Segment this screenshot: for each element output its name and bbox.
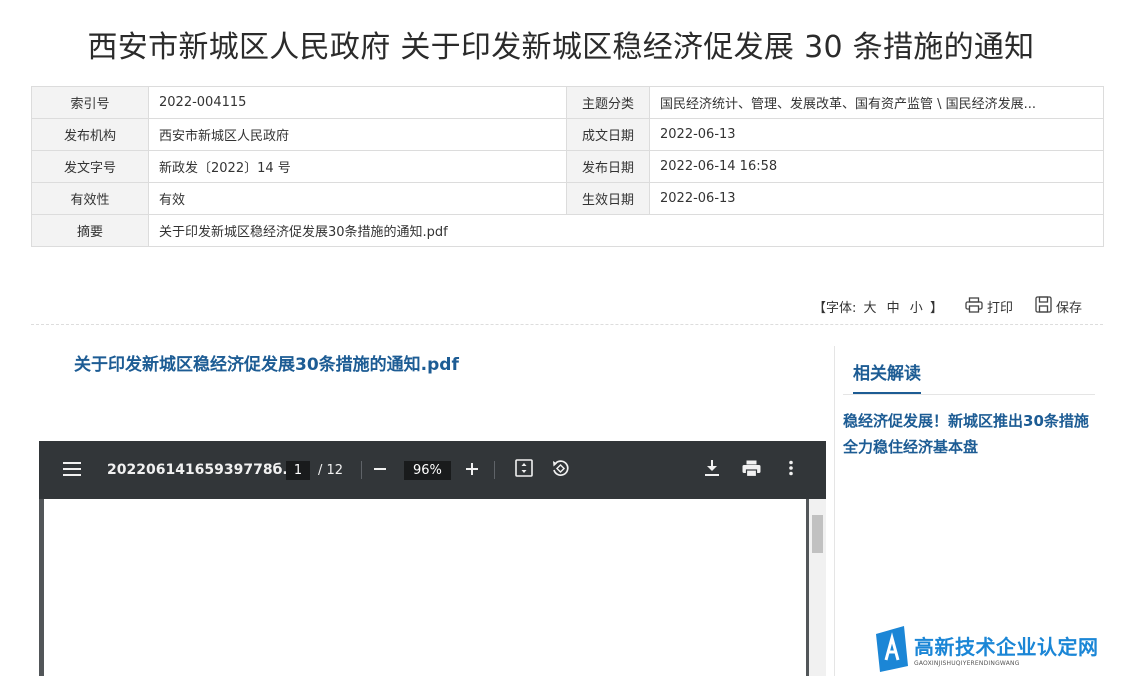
divider — [31, 324, 1103, 325]
download-button[interactable] — [704, 441, 720, 499]
watermark-logo-icon — [874, 626, 910, 676]
rotate-button[interactable] — [551, 441, 570, 499]
pdf-viewer: 20220614165939778б... 1 / 12 96% — [39, 441, 826, 676]
scrollbar-thumb[interactable] — [812, 515, 823, 553]
table-row: 发文字号 新政发〔2022〕14 号 发布日期 2022-06-14 16:58 — [31, 150, 1104, 183]
summary-value: 关于印发新城区稳经济促发展30条措施的通知.pdf — [148, 214, 1104, 247]
document-info-table: 索引号 2022-004115 主题分类 国民经济统计、管理、发展改革、国有资产… — [31, 86, 1104, 247]
print-pdf-button[interactable] — [742, 441, 761, 499]
plus-icon — [465, 461, 479, 480]
fit-to-page-icon — [515, 459, 533, 481]
document-number-value: 新政发〔2022〕14 号 — [148, 150, 567, 183]
effective-date-value: 2022-06-13 — [649, 182, 1104, 215]
table-row: 发布机构 西安市新城区人民政府 成文日期 2022-06-13 — [31, 118, 1104, 151]
publisher-value: 西安市新城区人民政府 — [148, 118, 567, 151]
toolbar-separator — [494, 441, 495, 499]
topic-category-value: 国民经济统计、管理、发展改革、国有资产监管 \ 国民经济发展... — [649, 86, 1104, 119]
font-size-suffix: 】 — [929, 301, 943, 316]
pdf-filename: 20220614165939778б... — [107, 462, 299, 478]
document-number-label: 发文字号 — [31, 150, 149, 183]
watermark-text: 高新技术企业认定网 — [914, 635, 1099, 659]
table-row: 索引号 2022-004115 主题分类 国民经济统计、管理、发展改革、国有资产… — [31, 86, 1104, 119]
pdf-toolbar: 20220614165939778б... 1 / 12 96% — [39, 441, 826, 499]
print-label: 打印 — [986, 301, 1013, 316]
printer-icon — [742, 460, 761, 481]
zoom-level[interactable]: 96% — [404, 441, 451, 499]
written-date-value: 2022-06-13 — [649, 118, 1104, 151]
publish-date-label: 发布日期 — [566, 150, 650, 183]
save-button[interactable]: 保存 — [1035, 296, 1082, 317]
font-size-prefix: 【字体: — [812, 301, 857, 316]
related-reading-heading: 相关解读 — [853, 346, 921, 394]
page-total: / 12 — [318, 462, 344, 478]
minus-icon — [373, 461, 387, 480]
menu-button[interactable] — [63, 441, 81, 499]
article-toolbar: 【字体: 大 中 小 】 打印 保存 — [813, 296, 1082, 317]
index-number-label: 索引号 — [31, 86, 149, 119]
pdf-scrollbar[interactable] — [809, 499, 826, 676]
validity-label: 有效性 — [31, 182, 149, 215]
save-label: 保存 — [1055, 301, 1082, 316]
download-icon — [704, 459, 720, 481]
page-number-input[interactable]: 1 — [286, 460, 310, 480]
zoom-out-button[interactable] — [373, 441, 387, 499]
validity-value: 有效 — [148, 182, 567, 215]
index-number-value: 2022-004115 — [148, 86, 567, 119]
effective-date-label: 生效日期 — [566, 182, 650, 215]
site-watermark: 高新技术企业认定网 GAOXINJISHUQIYERENDINGWANG — [874, 626, 1099, 676]
font-size-medium-button[interactable]: 中 — [887, 301, 900, 316]
related-reading-header: 相关解读 — [843, 346, 1095, 395]
document-title: 关于印发新城区稳经济促发展30条措施的通知.pdf — [74, 355, 459, 375]
watermark-subtext: GAOXINJISHUQIYERENDINGWANG — [914, 660, 1020, 667]
publish-date-value: 2022-06-14 16:58 — [649, 150, 1104, 183]
font-size-switcher: 【字体: 大 中 小 】 — [813, 297, 943, 316]
table-row: 有效性 有效 生效日期 2022-06-13 — [31, 182, 1104, 215]
font-size-large-button[interactable]: 大 — [863, 301, 876, 316]
toolbar-separator — [361, 441, 362, 499]
hamburger-menu-icon — [63, 461, 81, 480]
rotate-icon — [551, 459, 570, 482]
summary-label: 摘要 — [31, 214, 149, 247]
page-title: 西安市新城区人民政府 关于印发新城区稳经济促发展 30 条措施的通知 — [87, 30, 1035, 65]
zoom-value: 96% — [404, 460, 451, 480]
zoom-in-button[interactable] — [465, 441, 479, 499]
pdf-page — [44, 499, 806, 676]
print-button[interactable]: 打印 — [965, 296, 1013, 317]
more-vertical-icon — [788, 460, 794, 480]
page-navigator: 1 / 12 — [286, 441, 343, 499]
printer-icon — [965, 296, 983, 317]
save-icon — [1035, 296, 1052, 317]
fit-page-button[interactable] — [515, 441, 533, 499]
written-date-label: 成文日期 — [566, 118, 650, 151]
font-size-small-button[interactable]: 小 — [910, 301, 923, 316]
publisher-label: 发布机构 — [31, 118, 149, 151]
more-options-button[interactable] — [788, 441, 794, 499]
table-row: 摘要 关于印发新城区稳经济促发展30条措施的通知.pdf — [31, 214, 1104, 247]
topic-category-label: 主题分类 — [566, 86, 650, 119]
related-article-link[interactable]: 稳经济促发展！新城区推出30条措施 全力稳住经济基本盘 — [843, 408, 1093, 460]
